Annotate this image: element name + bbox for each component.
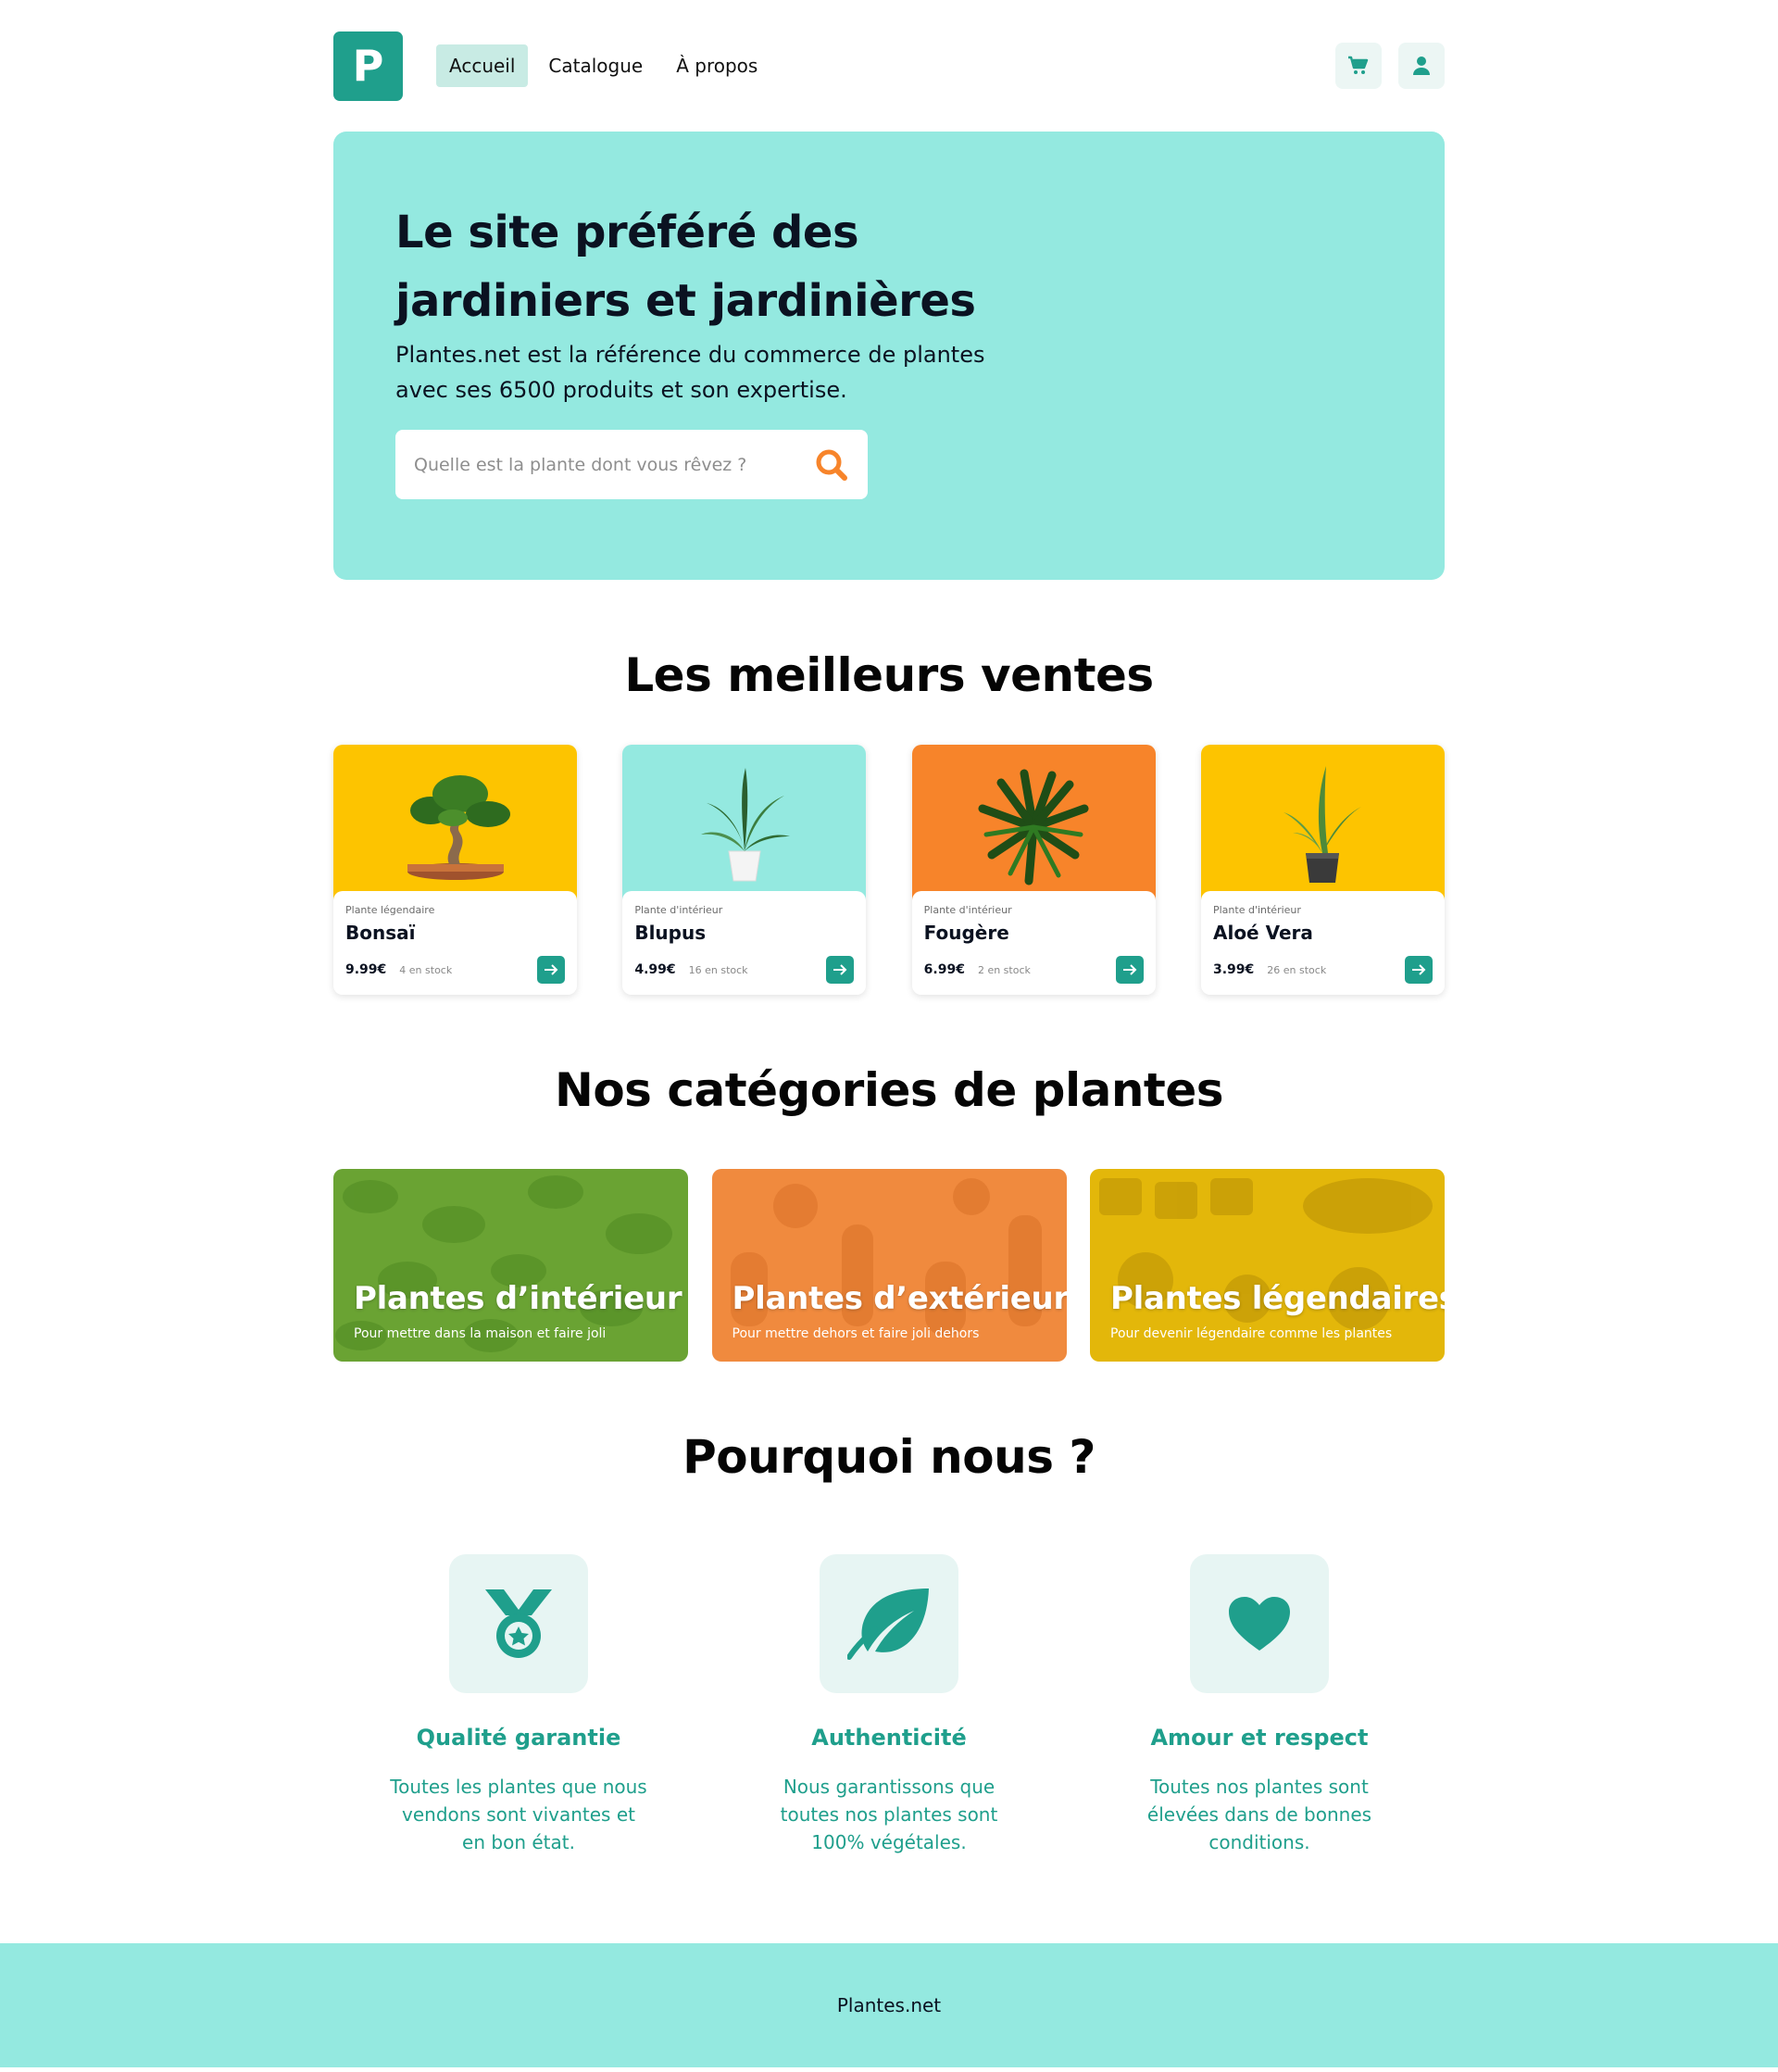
product-info: Plante d'intérieur Fougère 6.99€ 2 en st… <box>911 891 1156 995</box>
product-price: 6.99€ <box>923 962 965 977</box>
product-open-button[interactable] <box>1115 956 1144 984</box>
product-image <box>1200 745 1445 904</box>
feature-love: Amour et respect Toutes nos plantes sont… <box>1111 1554 1408 1856</box>
arrow-right-icon <box>545 964 558 975</box>
product-name: Fougère <box>923 922 1009 944</box>
search-bar <box>395 430 868 499</box>
arrow-right-icon <box>1122 964 1137 975</box>
search-icon[interactable] <box>814 447 849 483</box>
feature-icon-box <box>1190 1554 1329 1693</box>
user-icon <box>1413 57 1430 75</box>
nav-item-a-propos[interactable]: À propos <box>663 44 770 87</box>
product-stock: 16 en stock <box>688 963 748 976</box>
feature-text: Nous garantissons que toutes nos plantes… <box>780 1776 998 1853</box>
nav-item-catalogue[interactable]: Catalogue <box>535 44 656 87</box>
cart-button[interactable] <box>1335 43 1382 89</box>
medal-icon <box>485 1589 552 1658</box>
aloe-image <box>1283 765 1362 883</box>
blupus-image <box>700 767 790 881</box>
product-card[interactable]: Plante légendaire Bonsaï 9.99€ 4 en stoc… <box>333 745 577 995</box>
categories-title: Nos catégories de plantes <box>554 1063 1224 1117</box>
product-name: Blupus <box>634 922 707 944</box>
product-card[interactable]: Plante d'intérieur Aloé Vera 3.99€ 26 en… <box>1200 745 1445 995</box>
hero-description: Plantes.net est la référence du commerce… <box>395 342 985 403</box>
product-image <box>911 745 1156 904</box>
product-open-button[interactable] <box>1404 956 1433 984</box>
product-stock: 4 en stock <box>399 963 453 976</box>
product-open-button[interactable] <box>537 956 565 984</box>
product-open-button[interactable] <box>826 956 855 984</box>
feature-title: Authenticité <box>811 1725 967 1751</box>
product-stock: 26 en stock <box>1267 963 1327 976</box>
leaf-icon <box>847 1589 929 1660</box>
product-category: Plante d'intérieur <box>634 904 723 916</box>
product-image <box>333 745 577 904</box>
category-title: Plantes légendaires <box>1110 1280 1445 1317</box>
site-logo[interactable]: P <box>333 31 403 101</box>
fern-image <box>978 769 1089 885</box>
header-actions <box>1335 43 1445 89</box>
product-name: Bonsaï <box>345 922 416 944</box>
site-header: P Accueil Catalogue À propos <box>333 0 1445 132</box>
categories-list: Plantes d’intérieur Pour mettre dans la … <box>333 1169 1445 1362</box>
feature-icon-box <box>449 1554 588 1693</box>
why-title: Pourquoi nous ? <box>682 1430 1096 1484</box>
arrow-right-icon <box>833 964 847 975</box>
product-info: Plante légendaire Bonsaï 9.99€ 4 en stoc… <box>333 891 577 995</box>
footer-text: Plantes.net <box>836 1994 942 2016</box>
nav-item-accueil[interactable]: Accueil <box>436 44 529 87</box>
account-button[interactable] <box>1398 43 1445 89</box>
heart-icon <box>1229 1597 1290 1651</box>
product-price: 9.99€ <box>345 962 387 977</box>
feature-authenticity: Authenticité Nous garantissons que toute… <box>741 1554 1037 1856</box>
search-input[interactable] <box>414 454 814 475</box>
product-category: Plante d'intérieur <box>1212 904 1301 916</box>
features-list: Qualité garantie Toutes les plantes que … <box>333 1554 1445 1856</box>
category-card-interieur[interactable]: Plantes d’intérieur Pour mettre dans la … <box>333 1169 688 1362</box>
product-info: Plante d'intérieur Blupus 4.99€ 16 en st… <box>622 891 867 995</box>
product-name: Aloé Vera <box>1212 922 1313 944</box>
product-category: Plante d'intérieur <box>923 904 1012 916</box>
feature-quality: Qualité garantie Toutes les plantes que … <box>370 1554 667 1856</box>
hero-title: Le site préféré des jardiniers et jardin… <box>395 207 976 327</box>
feature-text: Toutes les plantes que nous vendons sont… <box>390 1776 647 1853</box>
product-card[interactable]: Plante d'intérieur Blupus 4.99€ 16 en st… <box>622 745 867 995</box>
category-card-exterieur[interactable]: Plantes d’extérieur Pour mettre dehors e… <box>711 1169 1067 1362</box>
product-price: 4.99€ <box>634 962 676 977</box>
product-category: Plante légendaire <box>345 904 435 916</box>
category-subtitle: Pour devenir légendaire comme les plante… <box>1110 1326 1393 1341</box>
product-image <box>622 745 867 904</box>
category-title: Plantes d’extérieur <box>732 1280 1067 1317</box>
bestsellers-title: Les meilleurs ventes <box>624 648 1154 702</box>
feature-title: Amour et respect <box>1150 1725 1369 1751</box>
category-subtitle: Pour mettre dehors et faire joli dehors <box>732 1326 980 1341</box>
category-card-legendaires[interactable]: Plantes légendaires Pour devenir légenda… <box>1090 1169 1445 1362</box>
product-info: Plante d'intérieur Aloé Vera 3.99€ 26 en… <box>1200 891 1445 995</box>
bestsellers-list: Plante légendaire Bonsaï 9.99€ 4 en stoc… <box>333 745 1445 995</box>
bonsai-image <box>407 774 510 880</box>
cart-icon <box>1348 56 1369 74</box>
site-footer: Plantes.net <box>0 1943 1778 2067</box>
category-subtitle: Pour mettre dans la maison et faire joli <box>354 1326 607 1341</box>
main-nav: Accueil Catalogue À propos <box>436 44 770 87</box>
product-price: 3.99€ <box>1212 962 1255 977</box>
feature-icon-box <box>820 1554 958 1693</box>
feature-text: Toutes nos plantes sont élevées dans de … <box>1146 1776 1372 1853</box>
feature-title: Qualité garantie <box>416 1725 621 1751</box>
product-card[interactable]: Plante d'intérieur Fougère 6.99€ 2 en st… <box>911 745 1156 995</box>
arrow-right-icon <box>1411 964 1426 975</box>
category-title: Plantes d’intérieur <box>354 1280 682 1317</box>
product-stock: 2 en stock <box>977 963 1031 976</box>
hero-banner: Le site préféré des jardiniers et jardin… <box>333 132 1445 580</box>
